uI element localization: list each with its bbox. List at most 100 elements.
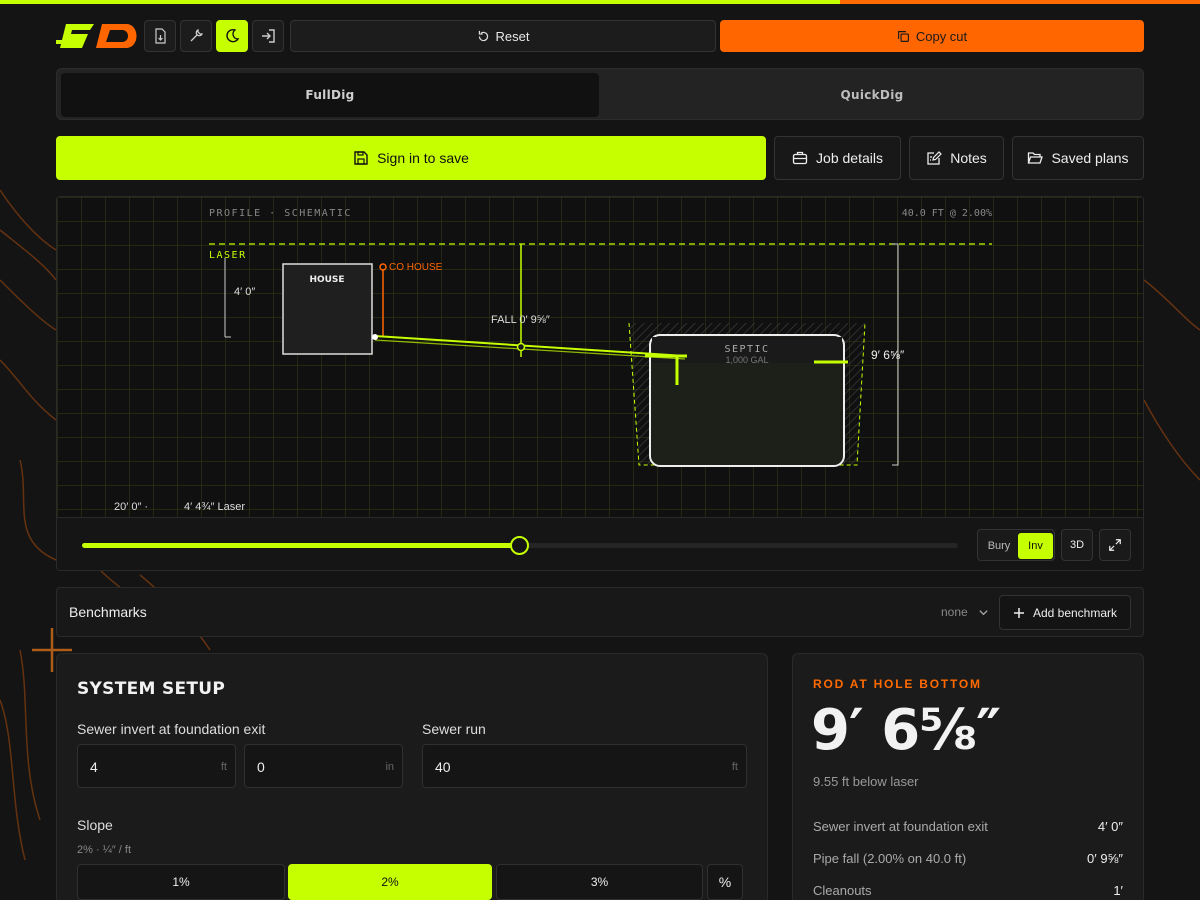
- add-benchmark-label: Add benchmark: [1032, 605, 1118, 620]
- result-row-label: Sewer invert at foundation exit: [813, 819, 988, 834]
- sewer-run-unit: ft: [731, 761, 738, 773]
- file-export-icon: [155, 28, 166, 44]
- invert-field-label: Sewer invert at foundation exit: [77, 721, 266, 737]
- slider-handle[interactable]: [510, 536, 529, 555]
- position-slider[interactable]: [82, 536, 958, 555]
- copy-cut-label: Copy cut: [915, 28, 968, 44]
- invert-dimension-label: 4′ 0″: [234, 286, 255, 298]
- top-progress-bar: [0, 0, 1200, 4]
- expand-icon: [1109, 539, 1121, 551]
- fall-label: FALL 0′ 9⅝″: [491, 314, 550, 326]
- tab-fulldig[interactable]: FullDig: [61, 73, 599, 117]
- sewer-run-input[interactable]: 40 ft: [422, 744, 747, 788]
- view-mode-toggle: Bury Inv: [977, 529, 1055, 561]
- result-row: Pipe fall (2.00% on 40.0 ft) 0′ 9⅝″: [813, 851, 1123, 866]
- job-details-button[interactable]: Job details: [774, 136, 901, 180]
- mode-tabs: FullDig QuickDig: [56, 68, 1144, 120]
- save-icon: [354, 151, 368, 165]
- login-button[interactable]: [252, 20, 284, 52]
- result-row: Sewer invert at foundation exit 4′ 0″: [813, 819, 1123, 834]
- top-progress-fill: [0, 0, 840, 4]
- invert-inches-value: 0: [257, 759, 265, 775]
- laser-label: LASER: [209, 250, 247, 261]
- sign-in-to-save-button[interactable]: Sign in to save: [56, 136, 766, 180]
- notes-edit-icon: [927, 151, 943, 165]
- invert-feet-unit: ft: [220, 761, 227, 773]
- invert-inches-input[interactable]: 0 in: [244, 744, 403, 788]
- rod-result-panel: ROD AT HOLE BOTTOM 9′ 6⅝″ 9.55 ft below …: [792, 653, 1144, 900]
- result-row-value: 4′ 0″: [1097, 819, 1123, 834]
- reset-button[interactable]: Reset: [290, 20, 716, 52]
- pipe-start-node: [372, 334, 378, 340]
- footer-laser: 4′ 4¾″ Laser: [184, 501, 245, 513]
- folder-open-icon: [1028, 152, 1044, 164]
- 3d-view-button[interactable]: 3D: [1061, 529, 1093, 561]
- cleanout-label: CO HOUSE: [389, 262, 443, 273]
- septic-size: 1,000 GAL: [725, 355, 768, 365]
- reset-icon: [478, 30, 488, 41]
- sign-in-label: Sign in to save: [377, 150, 469, 166]
- fall-marker-node: [516, 342, 526, 352]
- top-toolbar: Reset Copy cut: [56, 20, 1144, 52]
- copy-cut-button[interactable]: Copy cut: [720, 20, 1144, 52]
- invert-feet-value: 4: [90, 759, 98, 775]
- logo: [56, 24, 137, 48]
- run-info: 40.0 FT @ 2.00%: [902, 208, 992, 219]
- sewer-run-value: 40: [435, 759, 451, 775]
- wrench-icon: [190, 28, 204, 42]
- septic-label: SEPTIC: [724, 344, 769, 355]
- view-bury-button[interactable]: Bury: [980, 533, 1018, 559]
- action-row: Sign in to save Job details Notes Saved …: [56, 136, 1144, 180]
- result-row: Cleanouts 1′: [813, 883, 1123, 898]
- reset-label: Reset: [495, 28, 530, 44]
- invert-inches-unit: in: [385, 761, 394, 773]
- benchmarks-title: Benchmarks: [69, 604, 147, 620]
- login-icon: [262, 29, 275, 43]
- slope-label: Slope: [77, 817, 113, 833]
- benchmark-select[interactable]: none: [941, 605, 989, 619]
- tab-quickdig[interactable]: QuickDig: [603, 73, 1141, 117]
- result-row-label: Cleanouts: [813, 883, 872, 898]
- profile-panel: PROFILE · SCHEMATIC 40.0 FT @ 2.00% LASE…: [56, 196, 1144, 571]
- benchmarks-bar: Benchmarks none Add benchmark: [56, 587, 1144, 637]
- result-label: ROD AT HOLE BOTTOM: [813, 677, 982, 691]
- depth-dimension-label: 9′ 6⅝″: [871, 348, 905, 362]
- theme-toggle-button[interactable]: [216, 20, 248, 52]
- slope-2-percent-button[interactable]: 2%: [288, 864, 492, 900]
- system-setup-panel: SYSTEM SETUP Sewer invert at foundation …: [56, 653, 768, 900]
- copy-icon: [897, 30, 909, 42]
- footer-distance: 20′ 0″ ·: [114, 501, 148, 513]
- view-inv-button[interactable]: Inv: [1018, 533, 1053, 559]
- slope-subtext: 2% · ¼″ / ft: [77, 844, 132, 856]
- add-benchmark-button[interactable]: Add benchmark: [999, 595, 1131, 630]
- system-setup-title: SYSTEM SETUP: [77, 679, 226, 699]
- slope-3-percent-button[interactable]: 3%: [496, 864, 703, 900]
- benchmark-select-value: none: [941, 605, 968, 619]
- notes-label: Notes: [950, 150, 987, 166]
- chevron-down-icon: [979, 609, 988, 615]
- tools-button[interactable]: [180, 20, 212, 52]
- notes-button[interactable]: Notes: [909, 136, 1004, 180]
- moon-icon: [226, 28, 240, 43]
- saved-plans-label: Saved plans: [1051, 150, 1129, 166]
- fullscreen-button[interactable]: [1099, 529, 1131, 561]
- invert-feet-input[interactable]: 4 ft: [77, 744, 236, 788]
- slider-fill: [82, 543, 520, 548]
- slope-custom-button[interactable]: %: [707, 864, 743, 900]
- profile-schematic: PROFILE · SCHEMATIC 40.0 FT @ 2.00% LASE…: [57, 197, 1143, 517]
- result-row-value: 1′: [1113, 883, 1123, 898]
- job-details-label: Job details: [816, 150, 883, 166]
- export-button[interactable]: [144, 20, 176, 52]
- sewer-run-label: Sewer run: [422, 721, 486, 737]
- rod-depth-value: 9′ 6⅝″: [811, 698, 1001, 763]
- profile-title: PROFILE · SCHEMATIC: [209, 208, 352, 219]
- house-label: HOUSE: [309, 275, 344, 285]
- slope-1-percent-button[interactable]: 1%: [77, 864, 285, 900]
- profile-controls: Bury Inv 3D: [57, 517, 1143, 570]
- result-row-value: 0′ 9⅝″: [1087, 851, 1123, 866]
- result-row-label: Pipe fall (2.00% on 40.0 ft): [813, 851, 967, 866]
- plus-icon: [1013, 607, 1024, 618]
- below-laser-text: 9.55 ft below laser: [813, 774, 919, 789]
- briefcase-icon: [792, 151, 808, 165]
- saved-plans-button[interactable]: Saved plans: [1012, 136, 1144, 180]
